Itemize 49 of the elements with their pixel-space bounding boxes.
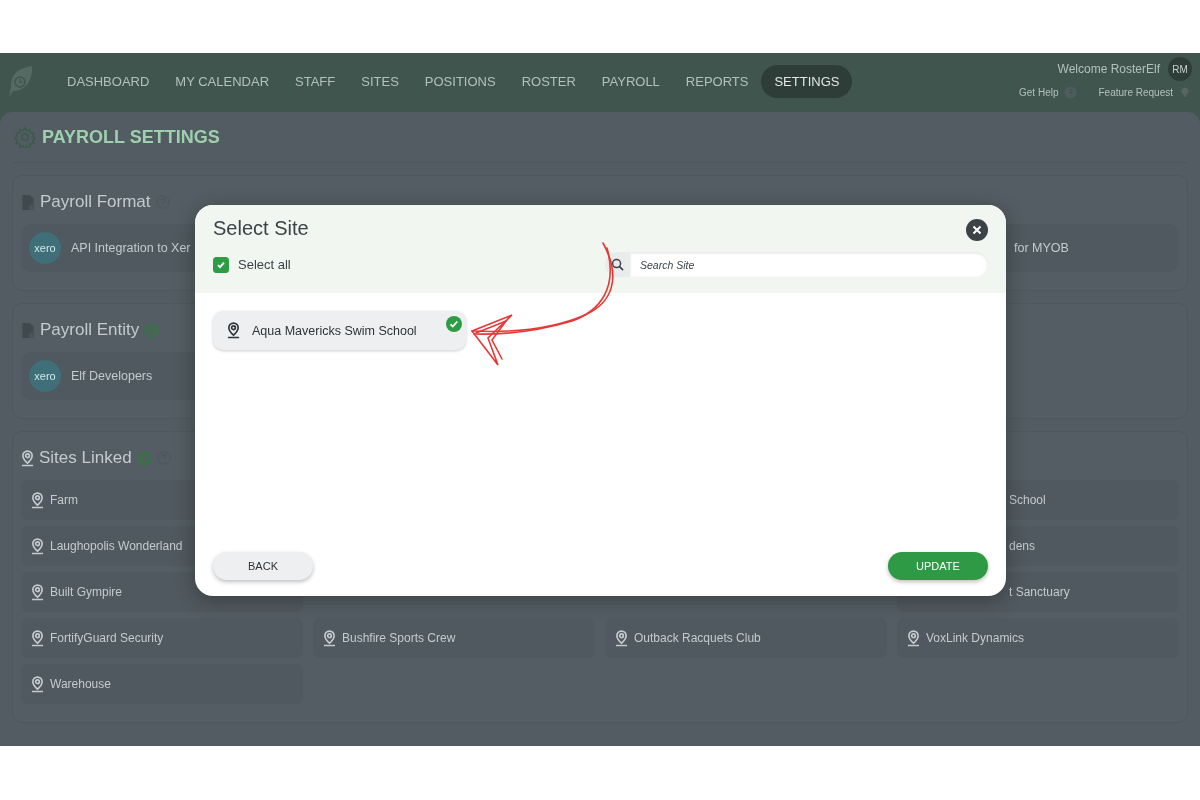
pin-icon — [323, 629, 336, 647]
section-title: Payroll Format — [40, 192, 151, 212]
close-button[interactable] — [966, 219, 988, 241]
pin-icon — [31, 583, 44, 601]
settings-icon — [14, 126, 36, 148]
update-button[interactable]: UPDATE — [888, 552, 988, 580]
pin-icon — [615, 629, 628, 647]
section-title: Payroll Entity — [40, 320, 140, 340]
nav-tab[interactable]: DASHBOARD — [54, 65, 163, 98]
checkmark-icon — [216, 259, 226, 270]
site-item[interactable]: Warehouse — [21, 664, 303, 704]
back-button[interactable]: BACK — [213, 552, 313, 580]
user-avatar[interactable]: RM — [1168, 57, 1192, 81]
header-link[interactable]: Feature Request — [1098, 85, 1192, 99]
pin-icon — [31, 491, 44, 509]
dialog-title: Select Site — [213, 217, 309, 240]
pin-icon — [227, 322, 240, 339]
pin-icon — [31, 537, 44, 555]
xero-logo: xero — [29, 232, 61, 264]
xero-logo: xero — [29, 360, 61, 392]
header-link[interactable]: Get Help — [1019, 85, 1077, 99]
search-field[interactable]: Search Site — [630, 252, 988, 277]
site-item[interactable]: FortifyGuard Security — [21, 618, 303, 658]
pin-icon — [907, 629, 920, 647]
site-item[interactable]: Outback Racquets Club — [605, 618, 887, 658]
format-label: API Integration to Xer — [71, 241, 191, 255]
pin-icon — [31, 629, 44, 647]
nav-tab[interactable]: POSITIONS — [411, 65, 509, 98]
welcome-text: Welcome RosterElf — [1057, 62, 1160, 76]
nav-tab[interactable]: ROSTER — [508, 65, 589, 98]
section-title: Sites Linked — [39, 448, 132, 468]
nav-tab[interactable]: SITES — [348, 65, 412, 98]
nav-tab[interactable]: STAFF — [282, 65, 349, 98]
checkbox[interactable] — [213, 256, 229, 273]
page-title: PAYROLL SETTINGS — [42, 126, 220, 148]
pin-icon — [21, 449, 34, 467]
select-all-label[interactable]: Select all — [238, 257, 291, 272]
search-icon — [611, 258, 624, 271]
nav-tab[interactable]: SETTINGS — [761, 65, 853, 98]
nav-tab[interactable]: MY CALENDAR — [162, 65, 283, 98]
site-item[interactable]: VoxLink Dynamics — [897, 618, 1179, 658]
pin-icon — [31, 675, 44, 693]
site-option[interactable]: Aqua Mavericks Swim School — [213, 311, 466, 350]
nav-tab[interactable]: PAYROLL — [588, 65, 673, 98]
site-item[interactable]: Bushfire Sports Crew — [313, 618, 595, 658]
close-icon — [972, 225, 982, 235]
nav-tab[interactable]: REPORTS — [672, 65, 762, 98]
entity-label: Elf Developers — [71, 369, 153, 383]
format-label: for MYOB — [1014, 241, 1069, 255]
